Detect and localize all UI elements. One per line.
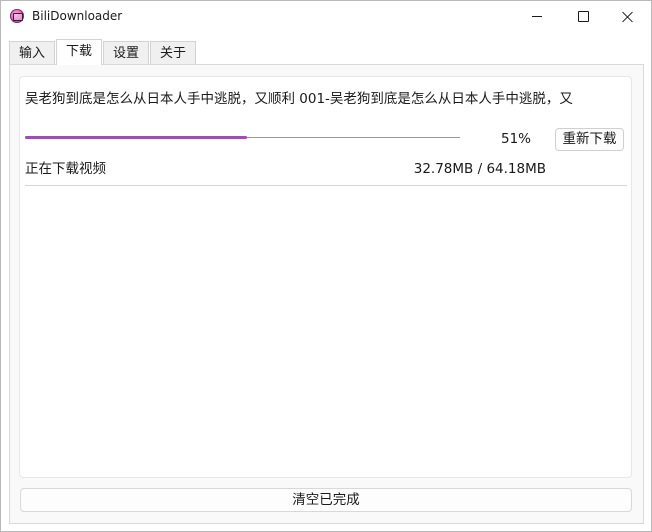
title-bar[interactable]: BiliDownloader: [1, 1, 651, 33]
tab-bar: 输入 下载 设置 关于: [9, 39, 197, 65]
download-progress-bar: [25, 136, 247, 139]
close-icon: [622, 11, 634, 23]
tab-settings[interactable]: 设置: [103, 41, 150, 64]
maximize-icon: [577, 11, 589, 22]
maximize-button[interactable]: [560, 1, 606, 32]
window-title: BiliDownloader: [32, 9, 123, 23]
redownload-button[interactable]: 重新下载: [555, 128, 624, 151]
minimize-icon: [532, 16, 542, 17]
download-progress-percent: 51%: [500, 131, 531, 147]
download-size: 32.78MB / 64.18MB: [413, 161, 546, 177]
download-item-title: 吴老狗到底是怎么从日本人手中逃脱，又顺利 001-吴老狗到底是怎么从日本人手中逃…: [25, 91, 573, 107]
app-window: BiliDownloader 输入 下载 设置 关于 吴老狗到底是怎么从日本人手…: [0, 0, 652, 532]
tab-about[interactable]: 关于: [150, 41, 197, 64]
list-divider: [25, 185, 627, 186]
minimize-button[interactable]: [514, 1, 560, 32]
app-logo-icon: [10, 9, 24, 23]
download-status: 正在下载视频: [25, 161, 106, 177]
tab-download[interactable]: 下载: [56, 39, 103, 65]
close-button[interactable]: [605, 1, 651, 32]
tab-input[interactable]: 输入: [9, 41, 56, 64]
clear-completed-button[interactable]: 清空已完成: [20, 488, 632, 512]
